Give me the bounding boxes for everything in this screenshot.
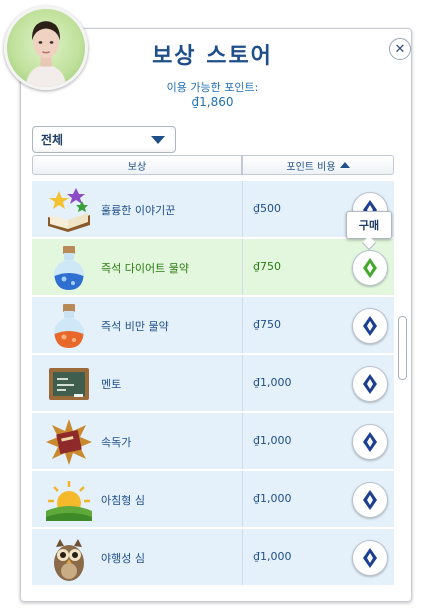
reward-row[interactable]: 즉석 비만 물약 ₫750 [32, 297, 394, 354]
reward-name: 훌륭한 이야기꾼 [101, 204, 176, 217]
category-filter-dropdown[interactable]: 전체 [32, 126, 176, 153]
column-header-reward[interactable]: 보상 [32, 155, 242, 175]
buy-tooltip-label: 구매 [358, 219, 380, 232]
column-header-cost-label: 포인트 비용 [286, 161, 336, 173]
scrollbar-thumb[interactable] [398, 316, 407, 380]
reward-cost: ₫750 [253, 318, 281, 331]
chevron-down-icon [151, 135, 165, 144]
buy-icon [363, 548, 377, 568]
storybook-icon [44, 185, 94, 235]
reward-cost: ₫500 [253, 202, 281, 215]
reward-row[interactable]: 속독가 ₫1,000 [32, 413, 394, 470]
rewards-list: 훌륭한 이야기꾼 ₫500 즉석 다이어트 물약 ₫750 즉석 비만 물약 ₫… [32, 181, 394, 587]
available-points-value: ₫1,860 [191, 95, 234, 109]
reward-name: 아침형 심 [101, 494, 145, 507]
column-divider [242, 239, 243, 295]
column-divider [242, 529, 243, 585]
buy-tooltip: 구매 [346, 211, 392, 239]
owl-icon [44, 533, 94, 583]
chalkboard-icon [44, 359, 94, 409]
reward-row[interactable]: 아침형 심 ₫1,000 [32, 471, 394, 528]
blue-potion-icon [44, 243, 94, 293]
scrollbar-track[interactable] [397, 181, 407, 587]
sim-avatar [4, 6, 88, 90]
buy-icon [363, 490, 377, 510]
buy-icon [363, 258, 377, 278]
column-header-reward-label: 보상 [127, 161, 147, 173]
buy-icon [363, 316, 377, 336]
buy-button[interactable] [352, 366, 388, 402]
reward-cost: ₫1,000 [253, 376, 292, 389]
buy-icon [363, 374, 377, 394]
column-header-cost[interactable]: 포인트 비용 [242, 155, 394, 175]
reward-cost: ₫750 [253, 260, 281, 273]
orange-potion-icon [44, 301, 94, 351]
close-button[interactable]: ✕ [389, 38, 411, 60]
column-divider [242, 471, 243, 527]
reward-row[interactable]: 멘토 ₫1,000 [32, 355, 394, 412]
reward-row[interactable]: 훌륭한 이야기꾼 ₫500 [32, 181, 394, 238]
reward-name: 멘토 [101, 378, 122, 391]
sunrise-icon [44, 475, 94, 525]
reward-name: 속독가 [101, 436, 132, 449]
buy-button[interactable] [352, 540, 388, 576]
buy-button[interactable] [352, 250, 388, 286]
buy-button[interactable] [352, 308, 388, 344]
reward-cost: ₫1,000 [253, 550, 292, 563]
sort-ascending-icon [339, 162, 350, 168]
reward-cost: ₫1,000 [253, 434, 292, 447]
close-icon: ✕ [394, 41, 406, 57]
buy-icon [363, 432, 377, 452]
column-divider [242, 297, 243, 353]
reward-row-selected[interactable]: 즉석 다이어트 물약 ₫750 [32, 239, 394, 296]
reward-name: 즉석 비만 물약 [101, 320, 169, 333]
column-divider [242, 355, 243, 411]
column-divider [242, 181, 243, 237]
filter-selected-label: 전체 [41, 133, 64, 147]
reward-cost: ₫1,000 [253, 492, 292, 505]
buy-button[interactable] [352, 424, 388, 460]
reward-name: 야행성 심 [101, 552, 145, 565]
reward-row[interactable]: 야행성 심 ₫1,000 [32, 529, 394, 586]
speed-book-icon [44, 417, 94, 467]
buy-button[interactable] [352, 482, 388, 518]
reward-name: 즉석 다이어트 물약 [101, 262, 189, 275]
column-divider [242, 413, 243, 469]
